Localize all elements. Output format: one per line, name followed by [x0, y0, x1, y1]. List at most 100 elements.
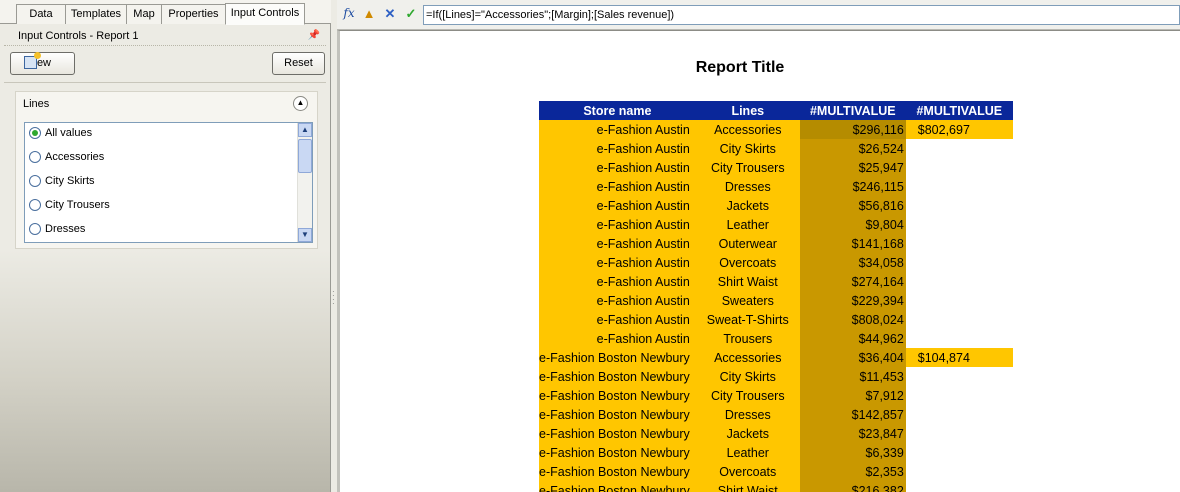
cell-lines[interactable]: Leather	[695, 443, 800, 462]
cell-multivalue-1[interactable]: $7,912	[799, 386, 906, 405]
formula-input[interactable]: =If([Lines]="Accessories";[Margin];[Sale…	[423, 5, 1180, 25]
cell-multivalue-2[interactable]	[905, 196, 1013, 215]
cell-store-name[interactable]: e-Fashion Austin	[539, 329, 696, 348]
tab-map[interactable]: Map	[126, 4, 162, 24]
cell-lines[interactable]: Leather	[695, 215, 800, 234]
cell-multivalue-2[interactable]	[905, 177, 1013, 196]
cell-store-name[interactable]: e-Fashion Boston Newbury	[539, 481, 696, 492]
cell-store-name[interactable]: e-Fashion Austin	[539, 253, 696, 272]
cell-multivalue-2[interactable]: $104,874	[905, 348, 1013, 367]
tab-templates[interactable]: Templates	[65, 4, 127, 24]
formula-editor-icon[interactable]: fx	[341, 6, 357, 24]
cell-multivalue-2[interactable]	[905, 329, 1013, 348]
report-title[interactable]: Report Title	[340, 59, 1140, 77]
table-row[interactable]: e-Fashion Boston Newbury Leather $6,339	[539, 443, 1013, 462]
cell-store-name[interactable]: e-Fashion Boston Newbury	[539, 405, 696, 424]
cell-multivalue-1[interactable]: $11,453	[799, 367, 906, 386]
cell-store-name[interactable]: e-Fashion Austin	[539, 215, 696, 234]
cell-lines[interactable]: Sweaters	[695, 291, 800, 310]
table-row[interactable]: e-Fashion Austin Sweat-T-Shirts $808,024	[539, 310, 1013, 329]
table-row[interactable]: e-Fashion Austin Jackets $56,816	[539, 196, 1013, 215]
cell-multivalue-1[interactable]: $44,962	[799, 329, 906, 348]
cell-lines[interactable]: Accessories	[695, 120, 800, 139]
table-row[interactable]: e-Fashion Austin Sweaters $229,394	[539, 291, 1013, 310]
table-row[interactable]: e-Fashion Boston Newbury Overcoats $2,353	[539, 462, 1013, 481]
list-scrollbar[interactable]: ▲ ▼	[297, 123, 312, 242]
cell-multivalue-1[interactable]: $229,394	[799, 291, 906, 310]
table-row[interactable]: e-Fashion Austin City Skirts $26,524	[539, 139, 1013, 158]
table-row[interactable]: e-Fashion Boston Newbury Jackets $23,847	[539, 424, 1013, 443]
cell-store-name[interactable]: e-Fashion Boston Newbury	[539, 386, 696, 405]
cell-multivalue-1[interactable]: $26,524	[799, 139, 906, 158]
cell-multivalue-2[interactable]	[905, 291, 1013, 310]
cell-multivalue-1[interactable]: $808,024	[799, 310, 906, 329]
scroll-up-icon[interactable]: ▲	[298, 123, 312, 137]
cell-store-name[interactable]: e-Fashion Boston Newbury	[539, 424, 696, 443]
cell-store-name[interactable]: e-Fashion Austin	[539, 310, 696, 329]
cell-lines[interactable]: Jackets	[695, 196, 800, 215]
column-header-multivalue-2[interactable]: #MULTIVALUE	[905, 101, 1013, 120]
table-row[interactable]: e-Fashion Boston Newbury City Trousers $7,…	[539, 386, 1013, 405]
cell-store-name[interactable]: e-Fashion Austin	[539, 291, 696, 310]
cell-multivalue-2[interactable]	[905, 424, 1013, 443]
cell-lines[interactable]: Accessories	[695, 348, 800, 367]
cell-lines[interactable]: Trousers	[695, 329, 800, 348]
cell-multivalue-1[interactable]: $6,339	[799, 443, 906, 462]
validate-formula-icon[interactable]: ✓	[403, 6, 419, 24]
scroll-down-icon[interactable]: ▼	[298, 228, 312, 242]
table-row[interactable]: e-Fashion Austin Leather $9,804	[539, 215, 1013, 234]
cell-lines[interactable]: Jackets	[695, 424, 800, 443]
cell-multivalue-2[interactable]	[905, 462, 1013, 481]
tab-data[interactable]: Data	[16, 4, 66, 24]
cell-multivalue-2[interactable]: $802,697	[905, 120, 1013, 139]
table-row[interactable]: e-Fashion Boston Newbury Dresses $142,857	[539, 405, 1013, 424]
cell-multivalue-1[interactable]: $9,804	[799, 215, 906, 234]
cell-lines[interactable]: City Trousers	[695, 386, 800, 405]
table-row[interactable]: e-Fashion Austin Outerwear $141,168	[539, 234, 1013, 253]
column-header-multivalue-1[interactable]: #MULTIVALUE	[799, 101, 906, 120]
cell-store-name[interactable]: e-Fashion Boston Newbury	[539, 462, 696, 481]
column-header-lines[interactable]: Lines	[695, 101, 800, 120]
cell-store-name[interactable]: e-Fashion Austin	[539, 234, 696, 253]
pin-icon[interactable]: 📌	[308, 26, 320, 46]
cell-store-name[interactable]: e-Fashion Austin	[539, 177, 696, 196]
cell-multivalue-2[interactable]	[905, 158, 1013, 177]
cell-multivalue-1[interactable]: $296,116	[799, 120, 906, 139]
cell-multivalue-1[interactable]: $274,164	[799, 272, 906, 291]
cell-multivalue-2[interactable]	[905, 386, 1013, 405]
cell-multivalue-2[interactable]	[905, 443, 1013, 462]
cell-lines[interactable]: Overcoats	[695, 253, 800, 272]
cancel-formula-icon[interactable]: ✕	[382, 6, 398, 24]
cell-store-name[interactable]: e-Fashion Boston Newbury	[539, 348, 696, 367]
cell-store-name[interactable]: e-Fashion Austin	[539, 139, 696, 158]
cell-multivalue-1[interactable]: $36,404	[799, 348, 906, 367]
table-row[interactable]: e-Fashion Austin Accessories $296,116 $802,…	[539, 120, 1013, 139]
table-row[interactable]: e-Fashion Austin Dresses $246,115	[539, 177, 1013, 196]
cell-multivalue-1[interactable]: $2,353	[799, 462, 906, 481]
cell-multivalue-2[interactable]	[905, 367, 1013, 386]
tab-properties[interactable]: Properties	[161, 4, 226, 24]
cell-lines[interactable]: Shirt Waist	[695, 481, 800, 492]
cell-multivalue-1[interactable]: $23,847	[799, 424, 906, 443]
cell-lines[interactable]: City Trousers	[695, 158, 800, 177]
cell-multivalue-2[interactable]	[905, 139, 1013, 158]
cell-store-name[interactable]: e-Fashion Boston Newbury	[539, 367, 696, 386]
cell-store-name[interactable]: e-Fashion Austin	[539, 158, 696, 177]
cell-multivalue-1[interactable]: $56,816	[799, 196, 906, 215]
cell-multivalue-2[interactable]	[905, 272, 1013, 291]
cell-multivalue-2[interactable]	[905, 405, 1013, 424]
table-row[interactable]: e-Fashion Austin Overcoats $34,058	[539, 253, 1013, 272]
cell-multivalue-1[interactable]: $246,115	[799, 177, 906, 196]
cell-multivalue-2[interactable]	[905, 310, 1013, 329]
table-row[interactable]: e-Fashion Austin Trousers $44,962	[539, 329, 1013, 348]
table-row[interactable]: e-Fashion Boston Newbury City Skirts $11,4…	[539, 367, 1013, 386]
cell-multivalue-1[interactable]: $141,168	[799, 234, 906, 253]
cell-multivalue-2[interactable]	[905, 215, 1013, 234]
scroll-thumb[interactable]	[298, 139, 312, 173]
column-header-store-name[interactable]: Store name	[539, 101, 696, 120]
table-row[interactable]: e-Fashion Boston Newbury Shirt Waist $216,…	[539, 481, 1013, 492]
create-variable-icon[interactable]: ▲	[361, 6, 377, 24]
cell-multivalue-1[interactable]: $25,947	[799, 158, 906, 177]
cell-store-name[interactable]: e-Fashion Austin	[539, 272, 696, 291]
cell-store-name[interactable]: e-Fashion Austin	[539, 120, 696, 139]
